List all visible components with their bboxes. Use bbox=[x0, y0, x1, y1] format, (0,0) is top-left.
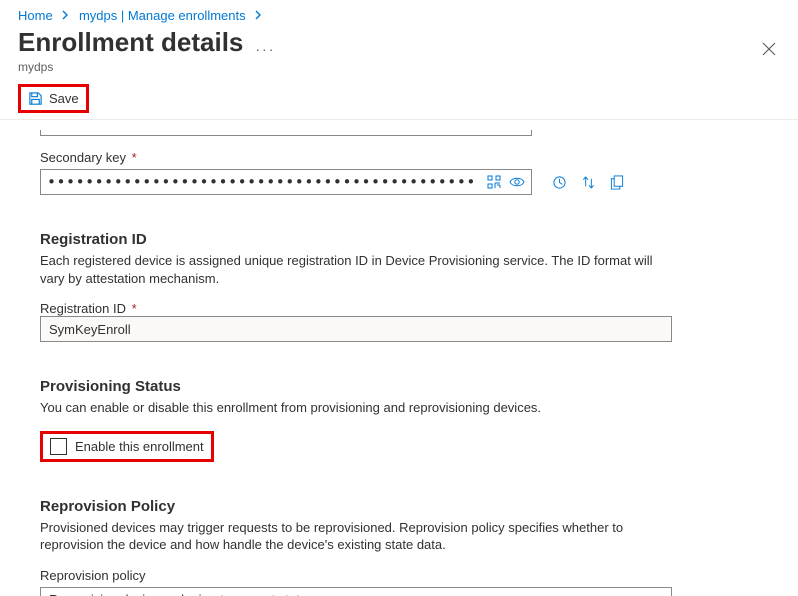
more-icon[interactable]: ··· bbox=[255, 41, 275, 57]
reprovision-policy-field-label: Reprovision policy bbox=[40, 568, 758, 583]
save-button[interactable]: Save bbox=[18, 84, 89, 113]
checkbox-box-icon bbox=[50, 438, 67, 455]
secondary-key-label: Secondary key * bbox=[40, 150, 758, 165]
breadcrumb-home[interactable]: Home bbox=[18, 8, 53, 23]
breadcrumb: Home mydps | Manage enrollments bbox=[0, 0, 798, 25]
registration-id-desc: Each registered device is assigned uniqu… bbox=[40, 252, 680, 287]
reprovision-policy-selected: Reprovision device and migrate current s… bbox=[49, 592, 307, 596]
regenerate-icon[interactable] bbox=[552, 175, 567, 190]
page-subtitle: mydps bbox=[0, 60, 798, 74]
breadcrumb-mydps[interactable]: mydps | Manage enrollments bbox=[79, 8, 246, 23]
show-icon[interactable] bbox=[509, 175, 525, 189]
save-button-label: Save bbox=[49, 91, 79, 106]
chevron-right-icon bbox=[62, 10, 69, 20]
enable-enrollment-label: Enable this enrollment bbox=[75, 439, 204, 454]
enable-enrollment-checkbox[interactable]: Enable this enrollment bbox=[40, 431, 214, 462]
copy-icon[interactable] bbox=[610, 175, 624, 190]
save-icon bbox=[28, 91, 43, 106]
reprovision-policy-heading: Reprovision Policy bbox=[40, 498, 758, 515]
registration-id-input[interactable] bbox=[40, 316, 672, 342]
qr-icon[interactable] bbox=[487, 175, 501, 189]
reprovision-policy-select[interactable]: Reprovision device and migrate current s… bbox=[40, 587, 672, 596]
primary-key-field-clipped[interactable] bbox=[40, 130, 532, 136]
chevron-right-icon bbox=[255, 10, 262, 20]
swap-icon[interactable] bbox=[581, 175, 596, 190]
registration-id-heading: Registration ID bbox=[40, 231, 758, 248]
page-title: Enrollment details bbox=[18, 27, 243, 58]
registration-id-field-label: Registration ID * bbox=[40, 301, 758, 316]
toolbar-divider bbox=[0, 119, 798, 120]
close-icon[interactable] bbox=[762, 42, 776, 56]
provisioning-status-desc: You can enable or disable this enrollmen… bbox=[40, 399, 680, 417]
secondary-key-input[interactable]: ••••••••••••••••••••••••••••••••••••••••… bbox=[40, 169, 532, 195]
secondary-key-value: ••••••••••••••••••••••••••••••••••••••••… bbox=[47, 173, 477, 191]
provisioning-status-heading: Provisioning Status bbox=[40, 378, 758, 395]
reprovision-policy-desc: Provisioned devices may trigger requests… bbox=[40, 519, 680, 554]
